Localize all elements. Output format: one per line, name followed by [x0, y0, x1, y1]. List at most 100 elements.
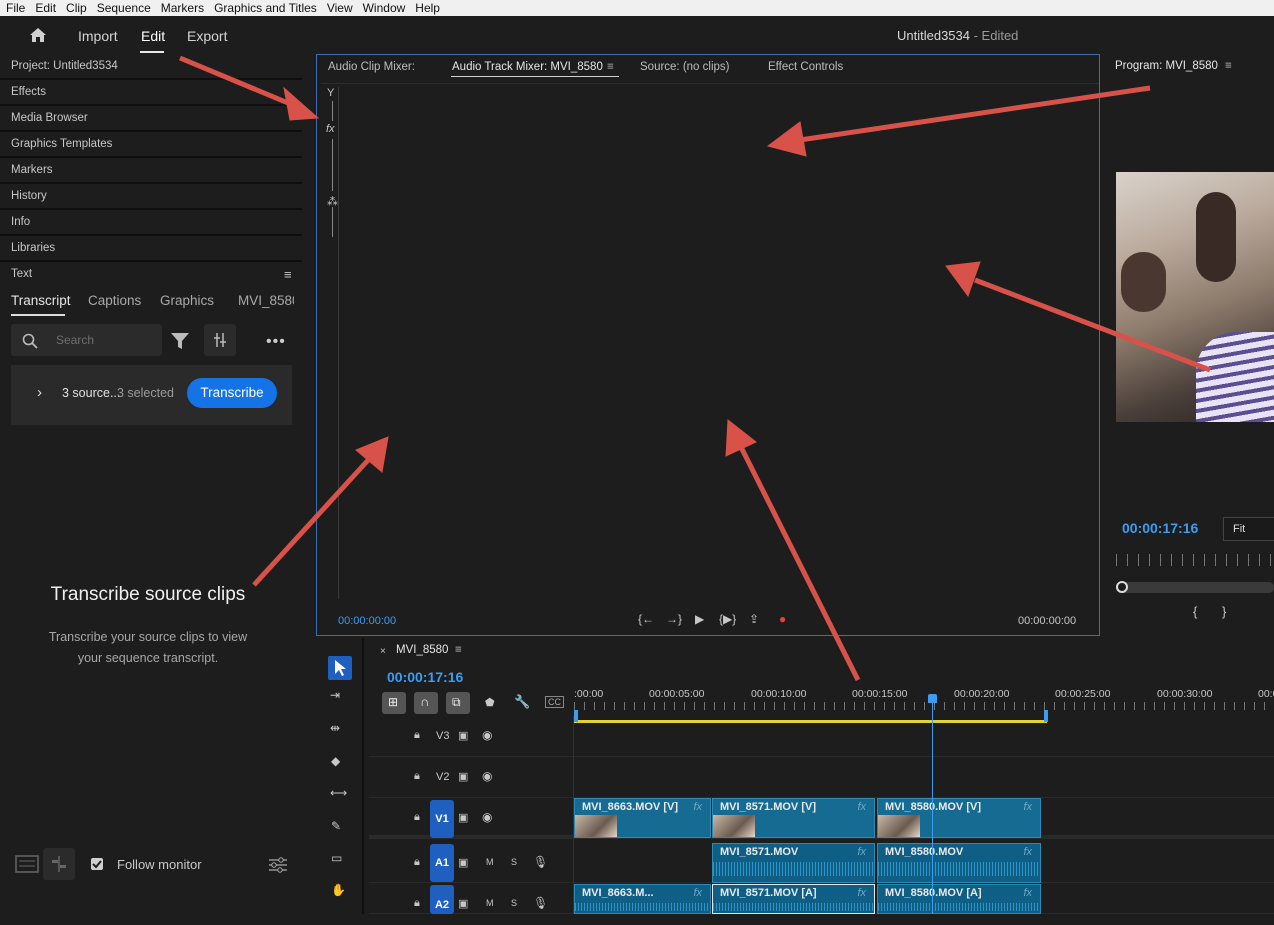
linked-selection-toggle[interactable]: ⧉	[446, 692, 470, 714]
search-input[interactable]: Search	[11, 324, 162, 356]
settings-sliders-icon[interactable]	[268, 856, 288, 874]
track-target-v1[interactable]: V1	[430, 800, 454, 838]
panel-tab-graphics-templates[interactable]: Graphics Templates	[0, 132, 302, 158]
captions-icon[interactable]: CC	[545, 696, 564, 708]
menu-help[interactable]: Help	[415, 0, 440, 16]
microphone-icon[interactable]: 🎙︎	[533, 855, 548, 869]
playhead-line[interactable]	[932, 703, 933, 914]
eye-icon[interactable]: ◉	[482, 769, 492, 783]
menu-file[interactable]: File	[6, 0, 25, 16]
lock-icon[interactable]: 🔒︎	[414, 811, 420, 824]
tab-effect-controls[interactable]: Effect Controls	[768, 61, 843, 73]
nav-import[interactable]: Import	[78, 28, 118, 44]
timeline-timecode[interactable]: 00:00:17:16	[387, 669, 463, 685]
tab-audio-track-mixer[interactable]: Audio Track Mixer: MVI_8580	[452, 61, 603, 73]
menu-window[interactable]: Window	[363, 0, 406, 16]
panel-tab-text[interactable]: Text	[0, 262, 302, 288]
mark-in-icon[interactable]: {	[1193, 604, 1197, 619]
ripple-edit-icon[interactable]: ⇹	[330, 721, 340, 735]
nav-export[interactable]: Export	[187, 28, 227, 44]
menu-edit[interactable]: Edit	[35, 0, 56, 16]
audio-clip[interactable]: MVI_8580.MOV [A] fx	[877, 884, 1041, 914]
menu-graphics-and-titles[interactable]: Graphics and Titles	[214, 0, 317, 16]
track-selector-icon[interactable]: Y	[327, 87, 334, 99]
go-to-out-icon[interactable]: →}	[666, 612, 682, 626]
lock-icon[interactable]: 🔒︎	[414, 897, 420, 910]
more-options-icon[interactable]: •••	[266, 333, 286, 351]
lock-icon[interactable]: 🔒︎	[414, 770, 420, 783]
microphone-icon[interactable]: 🎙︎	[533, 896, 548, 910]
program-menu-icon[interactable]: ≡	[1225, 60, 1232, 72]
film-icon[interactable]: ▣	[458, 729, 468, 742]
film-icon[interactable]: ▣	[458, 811, 468, 824]
track-target-a2[interactable]: A2	[430, 885, 454, 914]
panel-tab-history[interactable]: History	[0, 184, 302, 210]
tab-source[interactable]: Source: (no clips)	[640, 61, 729, 73]
menu-markers[interactable]: Markers	[161, 0, 204, 16]
panel-menu-icon[interactable]: ≡	[284, 267, 292, 282]
mark-out-icon[interactable]: }	[1222, 604, 1226, 619]
tab-graphics[interactable]: Graphics	[160, 293, 214, 308]
film-icon[interactable]: ▣	[458, 770, 468, 783]
solo-button[interactable]: S	[511, 898, 517, 908]
program-scrubber[interactable]	[1116, 582, 1274, 593]
audio-clip[interactable]: MVI_8571.MOV [A] fx	[712, 884, 875, 914]
menu-view[interactable]: View	[327, 0, 353, 16]
mixer-menu-icon[interactable]: ≡	[607, 61, 614, 73]
go-to-in-icon[interactable]: {←	[638, 612, 654, 626]
track-select-icon[interactable]: ⇥	[330, 688, 340, 702]
lock-icon[interactable]: 🔒︎	[414, 856, 420, 869]
eye-icon[interactable]: ◉	[482, 810, 492, 824]
loop-icon[interactable]: {▶}	[719, 612, 736, 626]
menu-clip[interactable]: Clip	[66, 0, 87, 16]
panel-tab-info[interactable]: Info	[0, 210, 302, 236]
scrubber-handle[interactable]	[1116, 581, 1128, 593]
eye-icon[interactable]: ◉	[482, 728, 492, 742]
audio-clip[interactable]: MVI_8663.M... fx	[574, 884, 711, 914]
playhead-handle[interactable]	[928, 694, 937, 703]
panel-tab-project[interactable]: Project: Untitled3534	[0, 54, 302, 80]
tab-captions[interactable]: Captions	[88, 293, 141, 308]
snap-toggle[interactable]: ∩	[414, 692, 438, 714]
chevron-right-icon[interactable]: ›	[37, 384, 42, 401]
program-video-frame[interactable]	[1116, 172, 1274, 422]
sequence-tab[interactable]: MVI_8580	[396, 644, 448, 656]
time-ruler[interactable]	[574, 702, 1274, 710]
selection-tool[interactable]	[328, 656, 352, 680]
audio-clip[interactable]: MVI_8571.MOV fx	[712, 843, 875, 883]
nav-edit[interactable]: Edit	[141, 28, 165, 44]
menu-sequence[interactable]: Sequence	[97, 0, 151, 16]
track-target-a1[interactable]: A1	[430, 844, 454, 882]
mute-button[interactable]: M	[486, 857, 494, 867]
wrench-icon[interactable]: 🔧	[514, 694, 530, 710]
mute-button[interactable]: M	[486, 898, 494, 908]
transcribe-button[interactable]: Transcribe	[187, 378, 277, 408]
sync-lock-icon[interactable]: ▣	[458, 856, 468, 869]
export-icon[interactable]: ⇪	[749, 612, 759, 626]
video-clip[interactable]: MVI_8663.MOV [V] fx	[574, 798, 711, 838]
solo-button[interactable]: S	[511, 857, 517, 867]
mixer-timecode-left[interactable]: 00:00:00:00	[338, 615, 396, 627]
add-marker-icon[interactable]: ⬟	[485, 696, 495, 709]
slip-icon[interactable]: ⟷	[330, 786, 347, 800]
fx-icon[interactable]: fx	[326, 123, 335, 135]
follow-monitor-checkbox[interactable]	[91, 858, 103, 870]
panel-tab-media-browser[interactable]: Media Browser	[0, 106, 302, 132]
sync-lock-icon[interactable]: ▣	[458, 897, 468, 910]
align-button[interactable]	[204, 324, 236, 356]
tab-audio-clip-mixer[interactable]: Audio Clip Mixer:	[328, 61, 415, 73]
play-icon[interactable]: ▶	[695, 612, 704, 626]
caption-track-icon[interactable]	[15, 852, 39, 874]
nest-toggle[interactable]: ⊞	[382, 692, 406, 714]
filter-icon[interactable]	[170, 332, 190, 350]
sync-button[interactable]	[43, 848, 75, 880]
close-sequence-icon[interactable]: ×	[380, 646, 386, 657]
video-clip[interactable]: MVI_8580.MOV [V] fx	[877, 798, 1041, 838]
panel-tab-effects[interactable]: Effects	[0, 80, 302, 106]
sequence-menu-icon[interactable]: ≡	[455, 644, 462, 656]
pen-icon[interactable]: ✎	[331, 819, 341, 833]
fit-dropdown[interactable]: Fit	[1223, 517, 1274, 541]
rectangle-icon[interactable]: ▭	[331, 851, 342, 865]
tab-transcript[interactable]: Transcript	[11, 293, 71, 308]
panel-tab-markers[interactable]: Markers	[0, 158, 302, 184]
